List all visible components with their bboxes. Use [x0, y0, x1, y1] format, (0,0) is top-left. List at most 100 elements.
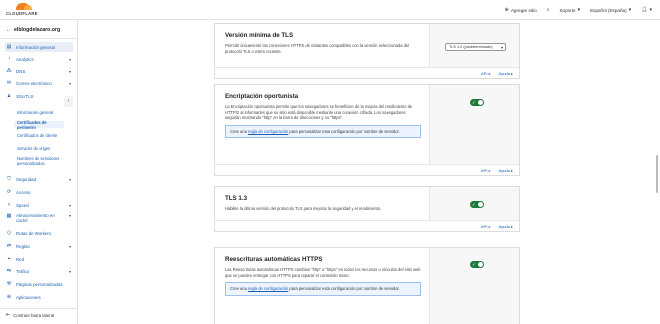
plus-circle-icon: ⊕: [504, 6, 509, 13]
sidebar-item-label: Aplicaciones: [16, 294, 41, 300]
select-value: TLS 1.0 (predeterminado): [449, 45, 493, 49]
account-selector[interactable]: ← elblogdelazaro.org: [6, 25, 76, 35]
card-description: Permitir únicamente las conexiones HTTPS…: [225, 43, 410, 54]
api-link[interactable]: API ▸: [481, 71, 491, 76]
sidebar-item-security[interactable]: ⛉ Seguridad ▾: [5, 174, 73, 184]
help-link[interactable]: Ayuda ▸: [499, 224, 513, 229]
cloudflare-logo[interactable]: CLOUDFLARE: [6, 3, 40, 17]
language-menu[interactable]: Español (España) ▾: [590, 6, 632, 13]
sidebar-subitem-overview[interactable]: Información general: [17, 110, 75, 115]
card-control-area: TLS 1.0 (predeterminado) ▾: [429, 24, 519, 68]
chevron-down-icon: ▾: [68, 202, 71, 208]
sidebar-item-label: Información general: [16, 44, 55, 50]
logo-text: CLOUDFLARE: [6, 11, 38, 16]
https-rewrites-toggle[interactable]: ✓: [470, 261, 484, 268]
chevron-down-icon: ▾: [68, 268, 71, 274]
dns-icon: ⁂: [6, 68, 12, 74]
info-box: Cree una regla de configuración para per…: [225, 124, 421, 139]
sidebar-subitem-custom-hostnames[interactable]: Nombres de servidores personalizados: [17, 156, 75, 166]
sidebar-item-ssl-tls[interactable]: 🔒︎ SSL/TLS: [5, 91, 73, 101]
card-opportunistic-encryption: Encriptación oportunista La Encriptación…: [214, 84, 520, 176]
check-icon: ✓: [472, 262, 476, 267]
rules-icon: ⇄: [6, 243, 12, 249]
help-link[interactable]: Ayuda ▸: [499, 71, 513, 76]
chevron-down-icon: ▾: [649, 6, 652, 13]
account-name: elblogdelazaro.org: [14, 27, 61, 33]
chevron-down-icon: ▾: [628, 6, 632, 13]
toggle-knob: [478, 100, 483, 105]
card-control-area: ✓: [429, 85, 519, 165]
collapse-sidebar-label: Contraer barra lateral: [13, 313, 55, 318]
sidebar-item-label: Correo electrónico: [16, 80, 52, 86]
info-box: Cree una regla de configuración para per…: [225, 282, 421, 296]
email-icon: ✉: [6, 80, 12, 86]
sidebar-item-traffic[interactable]: ⇆ Tráfico ▾: [5, 266, 73, 276]
sidebar-subitem-edge-certificates[interactable]: Certificados de perímetro: [14, 120, 64, 130]
info-text: Cree una: [230, 286, 248, 292]
collapse-section-button[interactable]: ‹: [64, 96, 73, 107]
sidebar-subitem-origin-server[interactable]: Servidor de origen: [17, 146, 75, 151]
sidebar-item-label: Analytics: [16, 56, 34, 62]
configuration-rule-link[interactable]: regla de configuración: [248, 129, 288, 134]
sidebar-item-caching[interactable]: ▦ Almacenamiento en caché ▾: [5, 213, 73, 225]
toggle-knob: [478, 202, 483, 207]
tls-version-select[interactable]: TLS 1.0 (predeterminado) ▾: [445, 43, 506, 51]
toggle-knob: [478, 262, 483, 267]
info-text: para personalizar esta configuración por…: [288, 286, 400, 292]
info-text: para personalizar esta configuración por…: [288, 128, 400, 134]
workers-icon: ⟨⟩: [7, 230, 11, 236]
check-icon: ✓: [472, 202, 476, 207]
sidebar-item-apps[interactable]: ⊕ Aplicaciones: [5, 292, 73, 302]
card-footer: API ▸ Ayuda ▸: [215, 67, 519, 78]
sidebar-item-custom-pages[interactable]: ⚒ Páginas personalizadas: [5, 279, 73, 289]
api-link[interactable]: API ▸: [481, 224, 491, 229]
sidebar-subitem-client-certificates[interactable]: Certificados de cliente: [17, 133, 75, 138]
sidebar-item-dns[interactable]: ⁂ DNS ▾: [5, 66, 73, 76]
back-arrow-icon: ←: [6, 26, 11, 33]
divider: [0, 38, 77, 39]
sidebar-item-label: Acceso: [16, 189, 31, 195]
sidebar-item-access[interactable]: ⟳ Acceso: [5, 187, 73, 197]
language-label: Español (España): [590, 7, 627, 13]
sidebar-item-speed[interactable]: ⚡︎ Speed ▾: [5, 200, 73, 210]
chevron-down-icon: ▾: [68, 80, 71, 86]
page-scrollbar[interactable]: [656, 155, 658, 193]
card-automatic-https-rewrites: Reescrituras automáticas HTTPS Las Reesc…: [214, 247, 520, 324]
access-icon: ⟳: [6, 189, 12, 195]
search-button[interactable]: ⌕: [546, 6, 550, 13]
sidebar-item-network[interactable]: ⌖ Red: [5, 254, 73, 264]
card-description: Las Reescrituras automáticas HTTPS cambi…: [225, 267, 421, 278]
sidebar-item-label: Seguridad: [16, 176, 37, 182]
apps-icon: ⊕: [6, 294, 12, 300]
lock-icon: 🔒︎: [7, 93, 11, 99]
api-link[interactable]: API ▸: [481, 168, 491, 173]
collapse-arrow-icon: ⇤: [6, 312, 11, 318]
help-label: Ayuda: [498, 70, 510, 76]
speed-icon: ⚡︎: [7, 202, 11, 208]
sidebar-item-rules[interactable]: ⇄ Reglas ▾: [5, 241, 73, 251]
divider: [0, 308, 77, 309]
sidebar-item-label: Rutas de Workers: [16, 230, 52, 236]
card-title: Versión mínima de TLS: [225, 32, 294, 39]
chevron-down-icon: ▾: [68, 68, 71, 74]
collapse-sidebar-button[interactable]: ⇤ Contraer barra lateral: [6, 312, 55, 319]
tls-1-3-toggle[interactable]: ✓: [470, 201, 484, 208]
analytics-icon: ◔: [7, 56, 11, 62]
support-menu[interactable]: Soporte ▾: [559, 7, 580, 13]
configuration-rule-link[interactable]: regla de configuración: [248, 286, 288, 291]
location-icon: ⌖: [7, 256, 11, 262]
chevron-down-icon: ▾: [68, 56, 71, 62]
api-label: API: [481, 223, 488, 229]
sidebar-item-overview[interactable]: ▤ Información general: [5, 42, 73, 52]
opportunistic-encryption-toggle[interactable]: ✓: [470, 99, 484, 106]
traffic-icon: ⇆: [6, 268, 12, 274]
add-site-button[interactable]: ⊕ Agregar sitio: [504, 6, 537, 13]
card-description: Habilite la última versión del protocolo…: [225, 206, 382, 211]
sidebar-item-label: Reglas: [16, 243, 30, 249]
sidebar-item-email[interactable]: ✉ Correo electrónico ▾: [5, 78, 73, 88]
sidebar-item-workers-routes[interactable]: ⟨⟩ Rutas de Workers: [5, 228, 73, 238]
user-menu[interactable]: 👤︎ ▾: [641, 6, 652, 13]
help-link[interactable]: Ayuda ▸: [499, 168, 513, 173]
search-icon: ⌕: [546, 6, 550, 13]
sidebar-item-analytics[interactable]: ◔ Analytics ▾: [5, 54, 73, 64]
